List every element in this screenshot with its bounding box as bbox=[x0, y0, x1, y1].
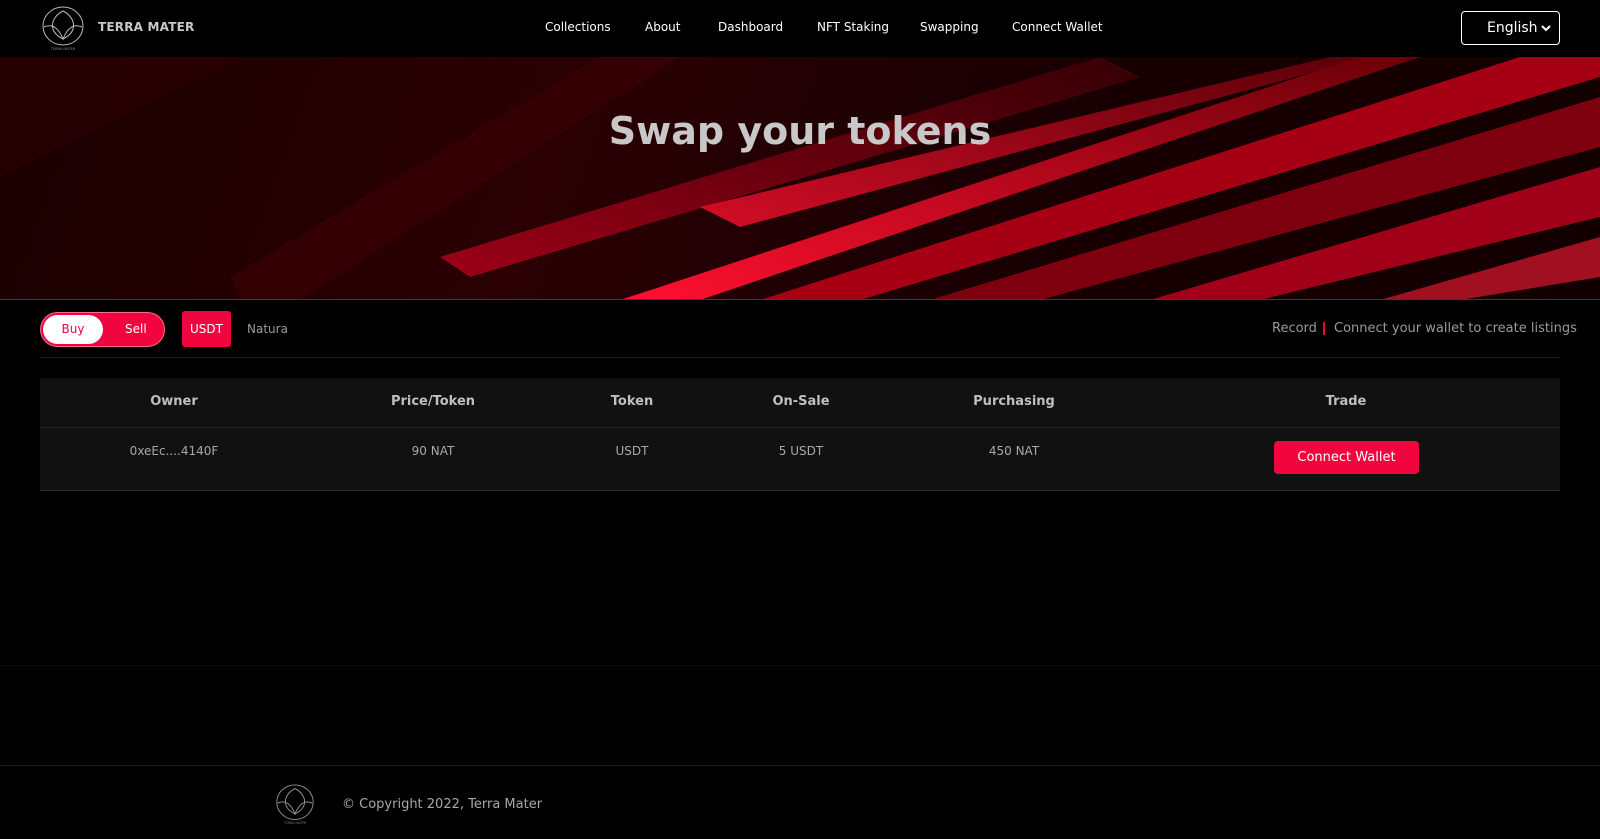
connect-wallet-button[interactable]: Connect Wallet bbox=[1274, 441, 1419, 474]
listings-table: Owner Price/Token Token On-Sale Purchasi… bbox=[40, 378, 1560, 491]
buy-option[interactable]: Buy bbox=[43, 315, 103, 344]
cell-owner: 0xeEc....4140F bbox=[129, 444, 219, 458]
column-header-owner: Owner bbox=[150, 394, 198, 409]
logo-caption: TERRA MATER bbox=[50, 47, 76, 51]
site-header: TERRA MATER TERRA MATER Collections Abou… bbox=[0, 0, 1600, 57]
footer-logo-icon: TERRA MATER bbox=[276, 784, 314, 825]
column-header-trade: Trade bbox=[1325, 394, 1367, 409]
nav-swapping[interactable]: Swapping bbox=[920, 20, 979, 34]
column-header-token: Token bbox=[610, 394, 654, 409]
language-select[interactable]: English bbox=[1461, 11, 1560, 45]
hero-divider bbox=[0, 299, 1600, 300]
main-nav: Collections About Dashboard NFT Staking … bbox=[0, 20, 1600, 36]
cell-purchasing: 450 NAT bbox=[988, 444, 1040, 458]
cell-token: USDT bbox=[615, 444, 649, 458]
column-header-price: Price/Token bbox=[390, 394, 476, 409]
record-link[interactable]: Record bbox=[1272, 321, 1317, 336]
hero-banner: Swap your tokens bbox=[0, 57, 1600, 300]
tab-natura[interactable]: Natura bbox=[247, 322, 288, 336]
separator bbox=[1323, 322, 1325, 335]
language-selected: English bbox=[1487, 20, 1538, 36]
chevron-down-icon bbox=[1541, 25, 1551, 32]
tab-usdt[interactable]: USDT bbox=[182, 311, 231, 347]
nav-about[interactable]: About bbox=[645, 20, 680, 34]
column-header-on-sale: On-Sale bbox=[772, 394, 830, 409]
cell-on-sale: 5 USDT bbox=[778, 444, 824, 458]
buy-sell-toggle[interactable]: Buy Sell bbox=[40, 312, 165, 347]
cell-price: 90 NAT bbox=[411, 444, 455, 458]
wallet-hint: Connect your wallet to create listings bbox=[1334, 321, 1577, 336]
nav-collections[interactable]: Collections bbox=[545, 20, 611, 34]
copyright-text: © Copyright 2022, Terra Mater bbox=[342, 797, 543, 812]
toolbar-divider bbox=[40, 357, 1560, 358]
hero-background-graphic bbox=[0, 57, 1600, 300]
site-footer: TERRA MATER © Copyright 2022, Terra Mate… bbox=[0, 765, 1600, 839]
nav-nft-staking[interactable]: NFT Staking bbox=[817, 20, 889, 34]
content-divider bbox=[0, 665, 1600, 666]
column-header-purchasing: Purchasing bbox=[973, 394, 1055, 409]
nav-connect-wallet[interactable]: Connect Wallet bbox=[1012, 20, 1103, 34]
page-title: Swap your tokens bbox=[608, 109, 992, 153]
table-header-divider bbox=[40, 427, 1560, 428]
footer-logo-caption: TERRA MATER bbox=[283, 821, 307, 825]
sell-option[interactable]: Sell bbox=[125, 322, 147, 336]
nav-dashboard[interactable]: Dashboard bbox=[718, 20, 783, 34]
